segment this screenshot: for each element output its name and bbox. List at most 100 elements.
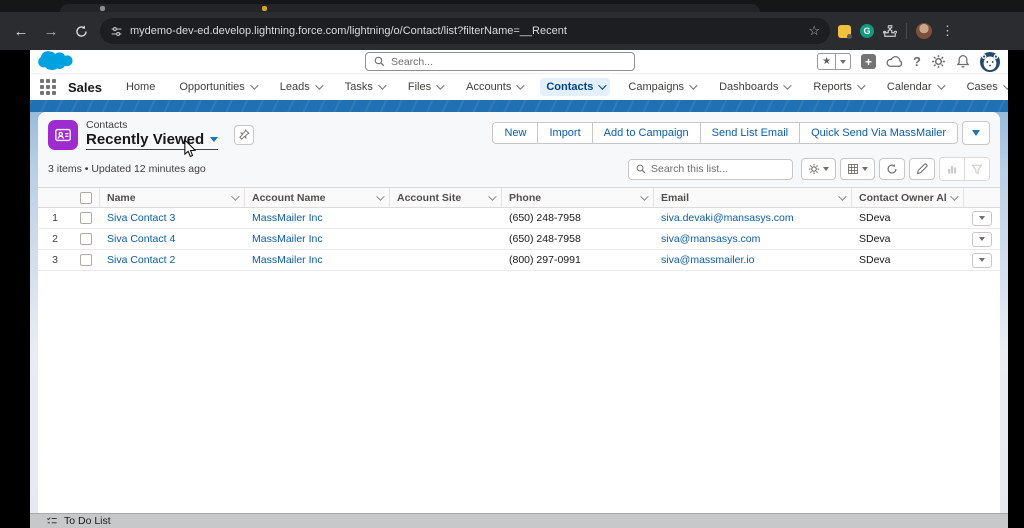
gear-icon — [808, 163, 820, 175]
select-all-checkbox[interactable] — [72, 188, 100, 207]
column-header-email[interactable]: Email — [654, 188, 852, 207]
todo-list-label[interactable]: To Do List — [64, 515, 111, 527]
email-link[interactable]: siva@mansasys.com — [654, 233, 852, 245]
email-link[interactable]: siva.devaki@mansasys.com — [654, 212, 852, 224]
nav-tab-accounts[interactable]: Accounts — [460, 78, 528, 96]
user-avatar[interactable] — [980, 52, 1000, 72]
column-header-actions — [964, 188, 1000, 207]
browser-tab-strip — [0, 0, 1024, 12]
pin-icon — [239, 129, 250, 140]
nav-tab-cases[interactable]: Cases — [961, 78, 1008, 96]
browser-reload-icon[interactable] — [70, 20, 92, 42]
row-actions-dropdown[interactable] — [972, 211, 992, 226]
trailhead-cloud-icon[interactable] — [886, 55, 903, 69]
contact-name-link[interactable]: Siva Contact 3 — [100, 212, 245, 224]
row-actions-dropdown[interactable] — [972, 253, 992, 268]
app-name[interactable]: Sales — [68, 80, 102, 95]
url-text[interactable]: mydemo-dev-ed.develop.lightning.force.co… — [130, 25, 801, 37]
global-search-input[interactable]: Search... — [365, 52, 635, 71]
extension-icon[interactable] — [838, 25, 851, 38]
browser-menu-icon[interactable]: ⋮ — [941, 23, 954, 39]
list-view-selector[interactable]: Recently Viewed — [86, 131, 218, 150]
setup-gear-icon[interactable] — [931, 54, 946, 69]
row-checkbox[interactable] — [72, 254, 100, 266]
tab-favicon-dot — [262, 6, 267, 11]
row-checkbox[interactable] — [72, 212, 100, 224]
chevron-down-icon — [979, 237, 985, 241]
contact-name-link[interactable]: Siva Contact 2 — [100, 254, 245, 266]
display-as-button[interactable] — [840, 158, 875, 180]
help-icon[interactable]: ? — [913, 54, 921, 69]
grammarly-extension-icon[interactable]: G — [860, 24, 874, 38]
browser-forward-icon[interactable]: → — [40, 20, 62, 42]
refresh-button[interactable] — [879, 158, 905, 180]
add-to-campaign-button[interactable]: Add to Campaign — [592, 123, 700, 143]
nav-tab-opportunities[interactable]: Opportunities — [173, 78, 261, 96]
browser-tab[interactable] — [60, 4, 760, 12]
list-settings-button[interactable] — [801, 158, 836, 180]
favorites-dropdown-icon[interactable] — [835, 54, 850, 69]
quick-send-massmailer-button[interactable]: Quick Send Via MassMailer — [799, 123, 957, 143]
import-button[interactable]: Import — [537, 123, 591, 143]
new-button[interactable]: New — [493, 123, 537, 143]
chart-icon — [946, 163, 958, 175]
nav-tab-contacts[interactable]: Contacts — [540, 78, 610, 96]
chevron-down-icon — [378, 81, 386, 89]
inline-edit-button[interactable] — [909, 158, 935, 180]
contact-object-icon — [48, 120, 78, 150]
column-header-account-name[interactable]: Account Name — [245, 188, 390, 207]
nav-tab-files[interactable]: Files — [402, 78, 448, 96]
chevron-down-icon — [315, 81, 323, 89]
extensions-puzzle-icon[interactable] — [883, 24, 897, 38]
row-number: 1 — [38, 212, 72, 224]
contact-name-link[interactable]: Siva Contact 4 — [100, 233, 245, 245]
column-header-phone[interactable]: Phone — [502, 188, 654, 207]
nav-tab-dashboards[interactable]: Dashboards — [713, 78, 795, 96]
nav-tab-reports[interactable]: Reports — [807, 78, 869, 96]
browser-back-icon[interactable]: ← — [10, 20, 32, 42]
account-name-link[interactable]: MassMailer Inc — [245, 212, 390, 224]
chevron-down-icon — [599, 81, 607, 89]
row-actions-cell — [964, 232, 1000, 247]
list-view-title[interactable]: Recently Viewed — [86, 131, 204, 148]
notifications-bell-icon[interactable] — [956, 54, 970, 69]
charts-button[interactable] — [940, 158, 964, 180]
send-list-email-button[interactable]: Send List Email — [700, 123, 799, 143]
browser-profile-avatar[interactable] — [916, 23, 932, 39]
nav-tab-calendar[interactable]: Calendar — [881, 78, 949, 96]
favorites-button[interactable]: ★ — [817, 53, 851, 70]
favorites-star-icon[interactable]: ★ — [818, 56, 835, 67]
email-link[interactable]: siva@massmailer.io — [654, 254, 852, 266]
nav-tab-leads[interactable]: Leads — [274, 78, 327, 96]
account-name-link[interactable]: MassMailer Inc — [245, 254, 390, 266]
pin-list-button[interactable] — [234, 125, 254, 145]
bookmark-star-icon[interactable]: ☆ — [808, 23, 820, 39]
site-settings-icon[interactable] — [110, 25, 123, 38]
app-launcher-icon[interactable] — [40, 79, 56, 95]
row-actions-cell — [964, 253, 1000, 268]
list-search-input[interactable]: Search this list... — [628, 159, 793, 180]
row-number: 2 — [38, 233, 72, 245]
list-view-header: Contacts Recently Viewed — [38, 112, 1000, 187]
action-button-group: New Import Add to Campaign Send List Ema… — [492, 122, 958, 144]
table-row: 1 Siva Contact 3 MassMailer Inc (650) 24… — [38, 208, 1000, 229]
column-header-owner-alias[interactable]: Contact Owner Ali... — [852, 188, 964, 207]
row-actions-dropdown[interactable] — [972, 232, 992, 247]
nav-tab-home[interactable]: Home — [120, 78, 161, 96]
chevron-down-icon — [488, 192, 496, 200]
account-name-link[interactable]: MassMailer Inc — [245, 233, 390, 245]
column-header-account-site[interactable]: Account Site — [390, 188, 502, 207]
todo-list-icon — [46, 516, 58, 526]
chevron-down-icon — [376, 192, 384, 200]
address-bar[interactable]: mydemo-dev-ed.develop.lightning.force.co… — [100, 18, 830, 44]
salesforce-logo[interactable] — [38, 51, 82, 73]
list-view-dropdown-icon[interactable] — [210, 137, 218, 142]
column-header-name[interactable]: Name — [100, 188, 245, 207]
more-actions-dropdown[interactable] — [962, 121, 990, 145]
global-actions-icon[interactable]: + — [861, 54, 876, 69]
row-checkbox[interactable] — [72, 233, 100, 245]
nav-tab-campaigns[interactable]: Campaigns — [622, 78, 701, 96]
entity-title-block: Contacts Recently Viewed — [48, 119, 254, 150]
filters-button[interactable] — [964, 158, 989, 180]
nav-tab-tasks[interactable]: Tasks — [339, 78, 390, 96]
